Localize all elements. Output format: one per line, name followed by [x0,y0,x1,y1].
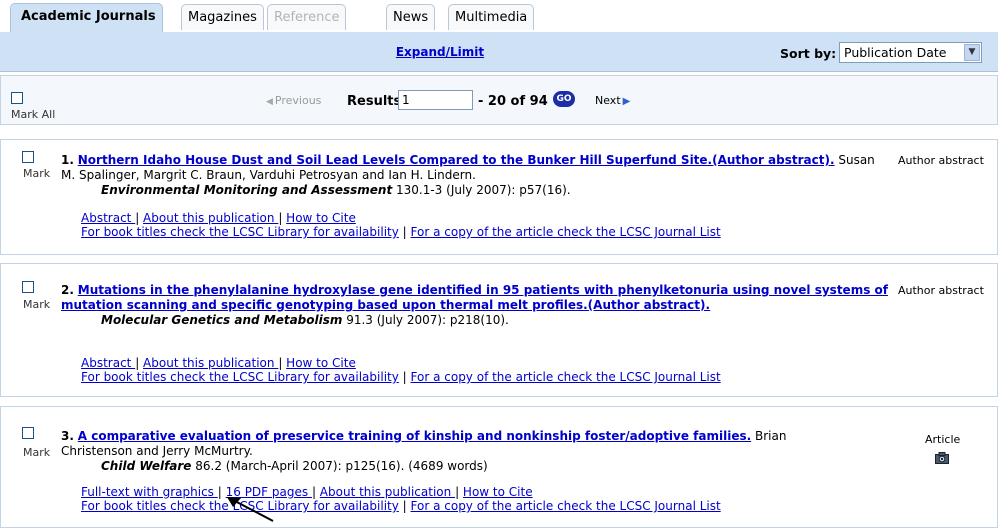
record-citation: 2. Mutations in the phenylalanine hydrox… [61,283,891,328]
about-publication-link[interactable]: About this publication [143,211,278,225]
record-journal-name: Molecular Genetics and Metabolism [101,313,343,327]
record-citation-detail: 130.1-3 (July 2007): p57(16). [392,183,571,197]
record-document-type: Author abstract [898,284,984,297]
record-citation: 1. Northern Idaho House Dust and Soil Le… [61,153,891,198]
sort-by-label: Sort by: [780,46,837,61]
record-number: 2. [61,283,74,297]
previous-arrow-icon: ◀ [266,97,273,107]
sort-by-value: Publication Date [844,45,947,60]
record-journal-name: Child Welfare [101,459,192,473]
record-mark-checkbox[interactable] [22,281,34,293]
record-citation: 3. A comparative evaluation of preservic… [61,429,821,474]
about-publication-link[interactable]: About this publication [320,485,455,499]
record-document-type: Article [925,433,961,446]
abstract-link[interactable]: Abstract [81,356,135,370]
tab-bar: Academic Journals Magazines Reference Ne… [0,0,998,32]
mark-all-label: Mark All [11,108,56,121]
sort-by-select[interactable]: Publication Date ▼ [839,42,982,63]
results-range: - 20 of 94 [478,94,548,109]
tab-magazines[interactable]: Magazines [181,4,264,30]
how-to-cite-link[interactable]: How to Cite [463,485,533,499]
next-label: Next [595,94,621,107]
tab-academic-journals[interactable]: Academic Journals [10,3,163,32]
results-toolbar: Expand/Limit Sort by: Publication Date ▼ [0,32,998,72]
abstract-link[interactable]: Abstract [81,211,135,225]
record-mark-label: Mark [23,298,51,311]
next-arrow-icon: ▶ [622,96,631,107]
record-mark-checkbox[interactable] [22,427,34,439]
previous-label: Previous [274,94,322,107]
results-start-input[interactable]: 1 [398,90,473,110]
chevron-down-icon[interactable]: ▼ [964,44,980,61]
camera-icon [935,452,949,464]
record-links: Full-text with graphics | 16 PDF pages |… [81,485,721,513]
record-title-link[interactable]: A comparative evaluation of preservice t… [78,429,751,443]
full-text-link[interactable]: Full-text with graphics [81,485,218,499]
record-mark-label: Mark [23,167,51,180]
record-citation-detail: 86.2 (March-April 2007): p125(16). (4689… [191,459,488,473]
record-journal-name: Environmental Monitoring and Assessment [101,183,393,197]
library-availability-link[interactable]: For book titles check the LCSC Library f… [81,370,399,384]
results-label: Results [347,94,402,109]
record-number: 3. [61,429,74,443]
how-to-cite-link[interactable]: How to Cite [286,211,356,225]
record-title-link[interactable]: Northern Idaho House Dust and Soil Lead … [78,153,835,167]
previous-link: ◀ Previous [266,94,321,107]
record-mark-checkbox[interactable] [22,151,34,163]
journal-list-link[interactable]: For a copy of the article check the LCSC… [411,225,721,239]
tab-news[interactable]: News [386,4,436,30]
journal-list-link[interactable]: For a copy of the article check the LCSC… [411,370,721,384]
expand-limit-link[interactable]: Expand/Limit [396,45,484,59]
about-publication-link[interactable]: About this publication [143,356,278,370]
record-links: Abstract | About this publication | How … [81,211,721,239]
how-to-cite-link[interactable]: How to Cite [286,356,356,370]
next-link[interactable]: Next ▶ [595,94,630,107]
tab-multimedia[interactable]: Multimedia [448,4,535,30]
go-button[interactable]: GO [553,91,575,107]
record-title-link[interactable]: Mutations in the phenylalanine hydroxyla… [61,283,888,312]
record-document-type: Author abstract [898,154,984,167]
journal-list-link[interactable]: For a copy of the article check the LCSC… [411,499,721,513]
record-mark-label: Mark [23,446,51,459]
tab-reference: Reference [267,4,347,30]
mouse-pointer-icon [227,497,274,522]
mark-all-checkbox[interactable] [11,92,23,104]
record-links: Abstract | About this publication | How … [81,356,721,384]
record-citation-detail: 91.3 (July 2007): p218(10). [342,313,509,327]
record-number: 1. [61,153,74,167]
library-availability-link[interactable]: For book titles check the LCSC Library f… [81,225,399,239]
